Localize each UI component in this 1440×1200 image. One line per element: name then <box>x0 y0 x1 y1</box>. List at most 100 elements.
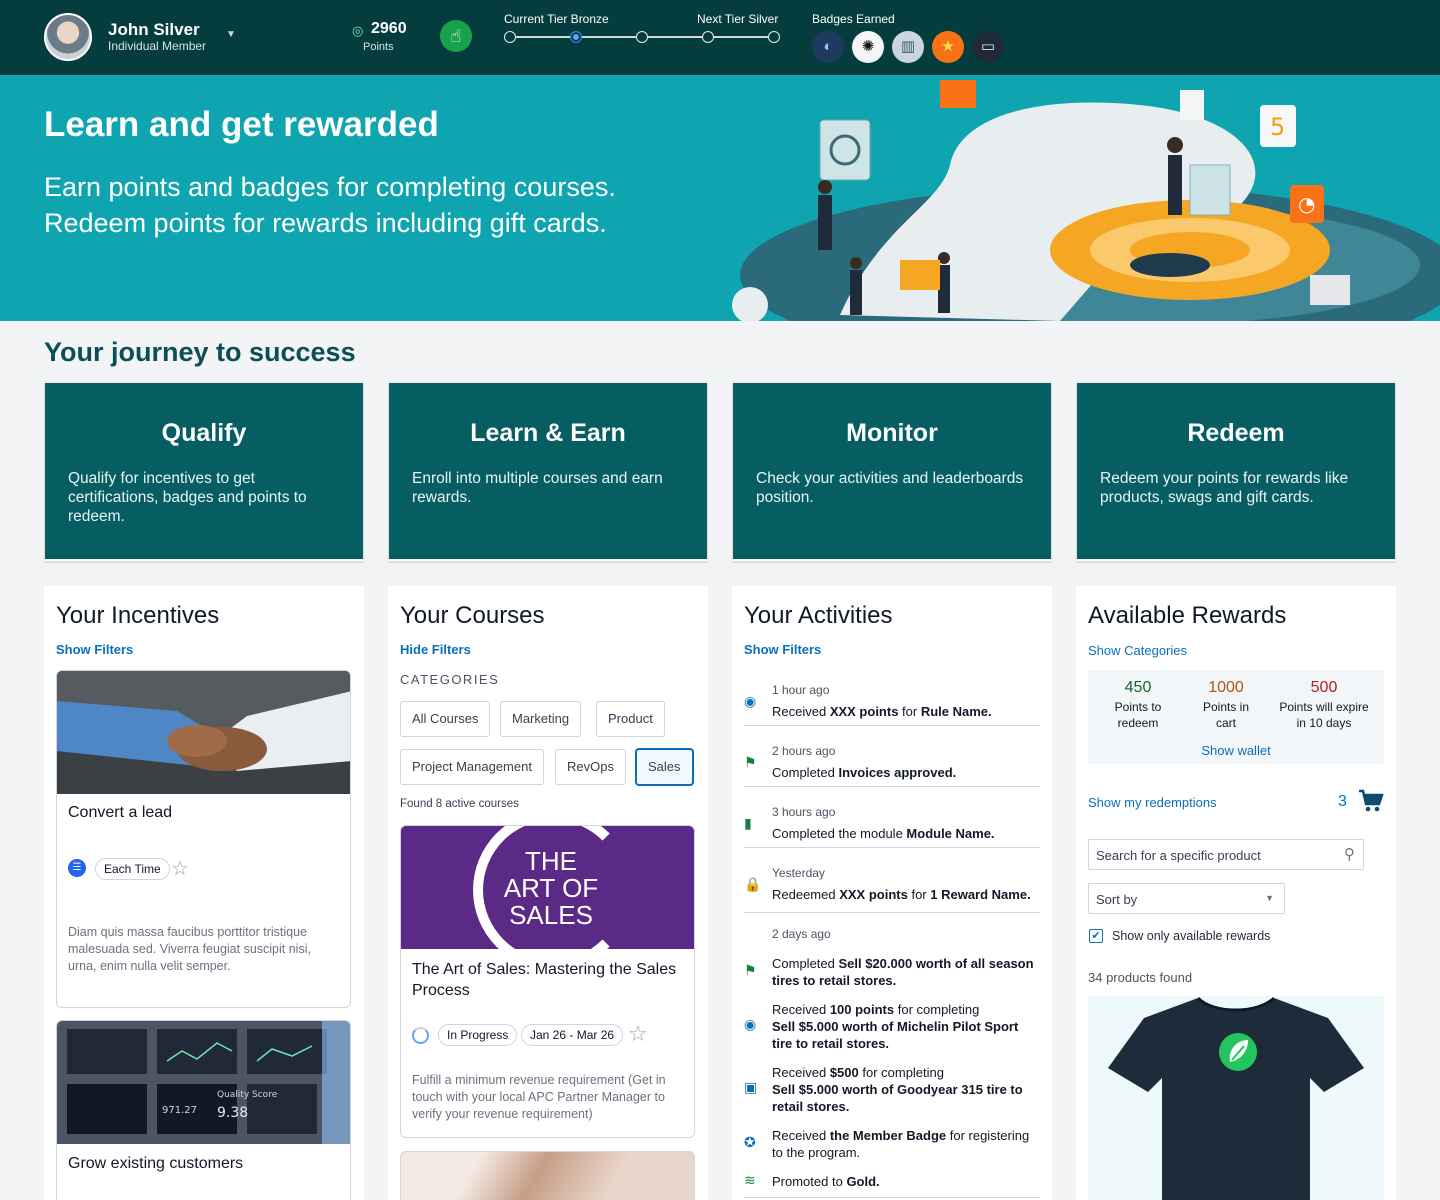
building-badge-icon[interactable]: ▥ <box>892 31 924 63</box>
step-text: Enroll into multiple courses and earn re… <box>412 470 663 506</box>
categories-label: CATEGORIES <box>400 672 500 687</box>
hide-filters-link[interactable]: Hide Filters <box>400 642 471 657</box>
points-label: Points <box>363 41 394 53</box>
course-card[interactable]: THE ART OF SALES The Art of Sales: Maste… <box>400 825 695 1138</box>
activity-text: Received <box>772 1065 830 1080</box>
step-text: Check your activities and leaderboards p… <box>756 470 1024 506</box>
activity-time: 3 hours ago <box>772 805 836 819</box>
products-found: 34 products found <box>1088 970 1193 985</box>
globe-badge-icon[interactable]: ◐ <box>812 31 844 63</box>
sort-select[interactable]: Sort by ▼ <box>1088 883 1285 914</box>
show-redemptions-link[interactable]: Show my redemptions <box>1088 795 1217 810</box>
activity-item: ▣ Received $500 for completing Sell $5.00… <box>744 1063 1040 1119</box>
activity-text: for <box>907 887 931 902</box>
next-tier: Next Tier Silver <box>697 12 779 26</box>
current-tier: Current Tier Bronze <box>504 12 609 26</box>
incentive-card[interactable]: Convert a lead ☰ Each Time ☆ Diam quis m… <box>56 670 351 1008</box>
activity-bold: 1 Reward Name. <box>930 887 1031 902</box>
incentives-panel: Your Incentives Show Filters Convert a l… <box>44 586 364 1200</box>
banner-line: SALES <box>509 900 593 930</box>
stat-value: 1000 <box>1208 679 1244 696</box>
stat-points-to-redeem: 450 Points to redeem <box>1088 679 1188 731</box>
step-redeem: Redeem Redeem your points for rewards li… <box>1077 383 1395 561</box>
activities-title: Your Activities <box>744 602 893 629</box>
points-icon: ◎ <box>352 23 364 38</box>
stat-label: Points in cart <box>1202 700 1250 730</box>
sort-value: Sort by <box>1096 892 1138 907</box>
award-icon: ✪ <box>744 1134 756 1150</box>
activity-text: for <box>898 704 921 719</box>
star-badge-icon[interactable]: ★ <box>932 31 964 63</box>
show-categories-link[interactable]: Show Categories <box>1088 643 1187 658</box>
stamp-badge-icon[interactable]: ✺ <box>852 31 884 63</box>
incentives-title: Your Incentives <box>56 602 220 629</box>
stat-label: Points will expire in 10 days <box>1279 700 1369 730</box>
step-text: Qualify for incentives to get certificat… <box>68 470 307 525</box>
search-icon[interactable]: ⚲ <box>1344 845 1355 863</box>
cart-icon[interactable] <box>1358 789 1384 813</box>
user-name[interactable]: John Silver <box>108 20 200 40</box>
show-filters-link[interactable]: Show Filters <box>56 642 133 657</box>
show-wallet-link[interactable]: Show wallet <box>1088 743 1384 758</box>
activity-text: Received <box>772 1128 830 1143</box>
activity-text: Redeemed <box>772 887 840 902</box>
activity-item: ◉ Received 100 points for completing Sell… <box>744 1000 1040 1056</box>
course-status-pill: In Progress <box>438 1024 518 1046</box>
pointer-hand-icon[interactable]: ☝ <box>440 20 472 52</box>
activity-bold: Gold. <box>846 1174 880 1189</box>
activity-text: Completed the module <box>772 826 907 841</box>
hero-banner: Learn and get rewarded Earn points and b… <box>0 75 1440 321</box>
course-image <box>401 1152 694 1200</box>
category-sales[interactable]: Sales <box>636 749 693 785</box>
activity-item: ▮ 3 hours ago Completed the module Modul… <box>744 800 1040 848</box>
rewards-title: Available Rewards <box>1088 602 1287 629</box>
chart-value: 9.38 <box>217 1105 248 1121</box>
badges-label: Badges Earned <box>812 12 895 26</box>
flag-icon: ⚑ <box>744 754 757 770</box>
avatar[interactable] <box>44 13 92 61</box>
incentive-card[interactable]: Quality Score 9.38 971.27 Grow existing … <box>56 1020 351 1200</box>
course-description: Fulfill a minimum revenue requirement (G… <box>412 1073 666 1121</box>
category-project-management[interactable]: Project Management <box>400 749 544 785</box>
incentive-title: Convert a lead <box>68 804 173 821</box>
activity-text: Received <box>772 1002 830 1017</box>
stat-value: 450 <box>1124 679 1152 696</box>
bookmark-icon: ▮ <box>744 815 752 831</box>
svg-text:◔: ◔ <box>1298 192 1315 216</box>
hero-line-1: Earn points and badges for completing co… <box>44 172 616 202</box>
activity-bold: 100 points <box>829 1002 895 1017</box>
hero-illustration: 5 ◔ <box>732 80 1440 321</box>
only-available-checkbox[interactable]: ✔ <box>1089 929 1103 943</box>
rewards-panel: Available Rewards Show Categories 450 Po… <box>1076 586 1396 1200</box>
product-card[interactable] <box>1088 996 1384 1200</box>
target-icon: ◉ <box>744 1016 757 1032</box>
activity-bold: XXX points <box>829 704 899 719</box>
show-filters-link[interactable]: Show Filters <box>744 642 821 657</box>
activity-text: Completed <box>772 956 839 971</box>
product-search[interactable]: Search for a specific product ⚲ <box>1088 839 1364 870</box>
courses-panel: Your Courses Hide Filters CATEGORIES All… <box>388 586 708 1200</box>
course-card[interactable] <box>400 1151 695 1200</box>
progress-spinner-icon <box>412 1027 429 1044</box>
activity-item: 🔒 Yesterday Redeemed XXX points for 1 Re… <box>744 861 1040 913</box>
dashboard-image: Quality Score 9.38 971.27 <box>57 1021 350 1144</box>
category-revops[interactable]: RevOps <box>555 749 626 785</box>
journey-title: Your journey to success <box>44 337 356 367</box>
chevron-down-icon[interactable]: ▼ <box>226 29 236 40</box>
category-product[interactable]: Product <box>596 701 665 737</box>
stat-points-expire: 500 Points will expire in 10 days <box>1274 679 1374 731</box>
activity-item: ◉ 1 hour ago Received XXX points for Rul… <box>744 678 1040 726</box>
activity-bold: Invoices approved. <box>838 765 957 780</box>
laptop-badge-icon[interactable]: ▭ <box>972 31 1004 63</box>
star-outline-icon[interactable]: ☆ <box>628 1021 648 1047</box>
course-banner: THE ART OF SALES <box>401 826 694 949</box>
category-all-courses[interactable]: All Courses <box>400 701 491 737</box>
step-title: Monitor <box>846 419 938 447</box>
search-input[interactable]: Search for a specific product <box>1096 848 1261 863</box>
cart-count: 3 <box>1338 793 1347 810</box>
category-marketing[interactable]: Marketing <box>500 701 582 737</box>
star-outline-icon[interactable]: ☆ <box>171 856 189 881</box>
courses-title: Your Courses <box>400 602 545 629</box>
course-dates-pill: Jan 26 - Mar 26 <box>521 1024 624 1046</box>
activity-bold: the Member Badge <box>829 1128 947 1143</box>
